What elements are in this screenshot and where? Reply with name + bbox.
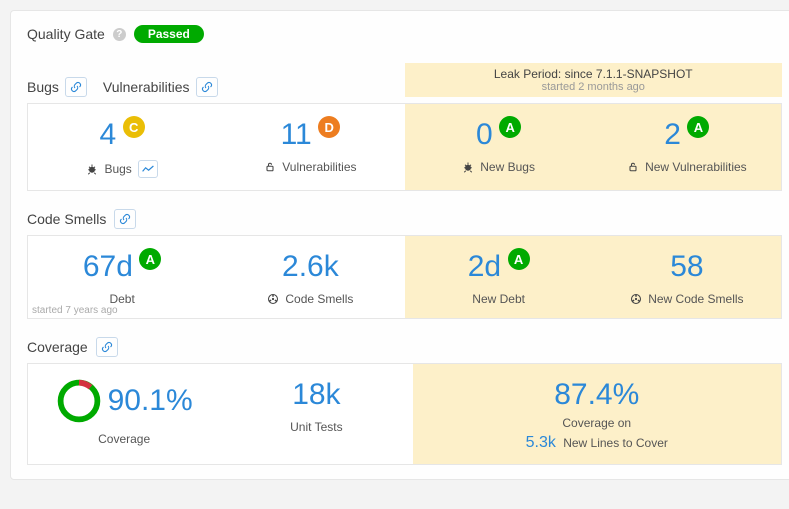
new-debt-label: New Debt xyxy=(472,292,525,306)
new-vulnerabilities-label: New Vulnerabilities xyxy=(645,160,747,174)
new-coverage-value: 87.4% xyxy=(554,378,639,412)
new-lines-value: 5.3k xyxy=(526,434,556,451)
code-smell-icon xyxy=(630,293,642,305)
coverage-header: Coverage xyxy=(27,337,782,357)
leak-period-line2: started 2 months ago xyxy=(405,81,783,93)
maintainability-row: 67d A Debt started 7 years ago 2.6k Code… xyxy=(27,235,782,319)
quality-gate-header: Quality Gate ? Passed xyxy=(27,25,782,43)
new-bugs-cell[interactable]: 0 A New Bugs xyxy=(405,104,593,190)
reliability-row: 4 C Bugs 11 D Vulnerabilities 0 A xyxy=(27,103,782,191)
quality-gate-status-badge: Passed xyxy=(134,25,204,43)
code-smells-cell[interactable]: 2.6k Code Smells xyxy=(216,236,404,318)
new-bugs-label: New Bugs xyxy=(480,160,535,174)
vulnerabilities-cell[interactable]: 11 D Vulnerabilities xyxy=(216,104,404,190)
coverage-row: 90.1% Coverage 18k Unit Tests 87.4% Cove… xyxy=(27,363,782,465)
bugs-header-label: Bugs xyxy=(27,79,59,95)
unit-tests-value: 18k xyxy=(292,378,340,412)
new-vulnerabilities-rating-badge: A xyxy=(687,116,709,138)
bug-icon xyxy=(86,163,98,175)
lock-open-icon xyxy=(264,161,276,173)
vulnerabilities-rating-badge: D xyxy=(318,116,340,138)
debt-value: 67d xyxy=(83,250,133,284)
vulnerabilities-header-label: Vulnerabilities xyxy=(103,79,190,95)
new-code-smells-label: New Code Smells xyxy=(648,292,743,306)
help-icon[interactable]: ? xyxy=(113,28,126,41)
new-coverage-cell[interactable]: 87.4% Coverage on 5.3k New Lines to Cove… xyxy=(413,364,782,464)
lock-open-icon xyxy=(627,161,639,173)
reliability-header: Bugs Vulnerabilities xyxy=(27,77,218,97)
bugs-label: Bugs xyxy=(104,162,131,176)
bugs-rating-badge: C xyxy=(123,116,145,138)
coverage-value: 90.1% xyxy=(108,384,193,418)
debt-cell[interactable]: 67d A Debt started 7 years ago xyxy=(28,236,216,318)
code-smell-icon xyxy=(267,293,279,305)
debt-rating-badge: A xyxy=(139,248,161,270)
leak-period-header: Leak Period: since 7.1.1-SNAPSHOT starte… xyxy=(405,63,783,97)
bugs-value: 4 xyxy=(100,118,117,152)
new-debt-cell[interactable]: 2d A New Debt xyxy=(405,236,593,318)
code-smells-value: 2.6k xyxy=(282,250,339,284)
new-bugs-rating-badge: A xyxy=(499,116,521,138)
unit-tests-cell[interactable]: 18k Unit Tests xyxy=(220,364,412,464)
link-icon[interactable] xyxy=(114,209,136,229)
link-icon[interactable] xyxy=(196,77,218,97)
chart-icon[interactable] xyxy=(138,160,158,178)
coverage-header-label: Coverage xyxy=(27,339,88,355)
new-vulnerabilities-value: 2 xyxy=(664,118,681,152)
quality-gate-label: Quality Gate xyxy=(27,26,105,42)
unit-tests-label: Unit Tests xyxy=(290,420,342,434)
vulnerabilities-value: 11 xyxy=(281,118,312,152)
link-icon[interactable] xyxy=(65,77,87,97)
leak-period-line1: Leak Period: since 7.1.1-SNAPSHOT xyxy=(405,67,783,81)
code-smells-label: Code Smells xyxy=(285,292,353,306)
new-debt-rating-badge: A xyxy=(508,248,530,270)
code-smells-header: Code Smells xyxy=(27,209,782,229)
new-code-smells-value: 58 xyxy=(670,250,703,284)
started-note: started 7 years ago xyxy=(32,305,118,316)
bug-icon xyxy=(462,161,474,173)
coverage-cell[interactable]: 90.1% Coverage xyxy=(28,364,220,464)
vulnerabilities-label: Vulnerabilities xyxy=(282,160,356,174)
new-vulnerabilities-cell[interactable]: 2 A New Vulnerabilities xyxy=(593,104,781,190)
new-code-smells-cell[interactable]: 58 New Code Smells xyxy=(593,236,781,318)
new-bugs-value: 0 xyxy=(476,118,493,152)
coverage-label: Coverage xyxy=(98,432,150,446)
link-icon[interactable] xyxy=(96,337,118,357)
quality-overview-panel: Quality Gate ? Passed Bugs Vulnerabiliti… xyxy=(10,10,789,480)
code-smells-header-label: Code Smells xyxy=(27,211,106,227)
new-coverage-label1: Coverage on xyxy=(562,416,631,430)
bugs-cell[interactable]: 4 C Bugs xyxy=(28,104,216,190)
coverage-donut-icon xyxy=(56,378,102,424)
new-debt-value: 2d xyxy=(468,250,501,284)
new-coverage-label2: New Lines to Cover xyxy=(563,436,668,450)
debt-label: Debt xyxy=(109,292,134,306)
